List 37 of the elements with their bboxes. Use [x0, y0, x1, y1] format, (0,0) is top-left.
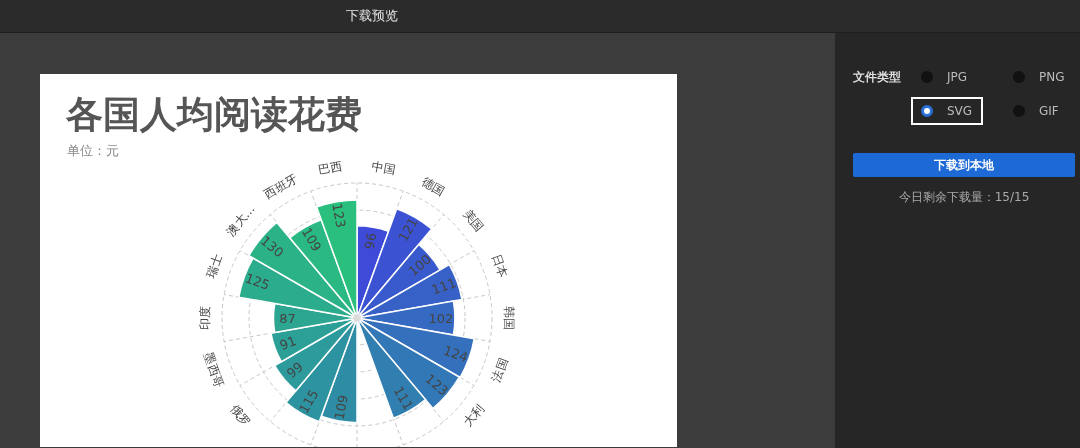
window-title: 下载预览: [346, 7, 398, 25]
download-button[interactable]: 下载到本地: [853, 153, 1075, 177]
value-label: 124: [441, 342, 470, 366]
category-label: 法国: [489, 356, 511, 384]
category-label: 美国: [460, 206, 487, 234]
file-type-label: 文件类型: [853, 68, 902, 86]
value-label: 96: [361, 231, 380, 251]
category-label: 西班牙: [261, 171, 301, 202]
category-label: 印度: [198, 306, 212, 330]
chart-subtitle: 单位：元: [67, 142, 120, 160]
center-dot: [353, 314, 361, 322]
category-label: 日本: [489, 252, 511, 280]
value-label: 123: [329, 201, 349, 230]
category-label: 澳大…: [223, 202, 258, 239]
format-option[interactable]: JPG: [911, 63, 983, 91]
value-label: 121: [395, 215, 421, 245]
value-label: 102: [428, 310, 454, 326]
format-option[interactable]: GIF: [1003, 97, 1075, 125]
value-label: 109: [331, 393, 351, 421]
category-label: 瑞士: [203, 252, 225, 280]
quota-text: 今日剩余下载量：15/15: [897, 189, 1031, 206]
category-label: 俄罗: [227, 402, 254, 430]
value-label: 91: [277, 333, 299, 353]
value-label: 123: [422, 371, 452, 399]
category-label: 中国: [370, 160, 397, 178]
value-label: 125: [243, 270, 272, 294]
category-label: 韩国: [502, 306, 516, 330]
value-label: 99: [283, 359, 307, 382]
chart-title: 各国人均阅读花费: [65, 92, 363, 138]
value-label: 87: [279, 310, 296, 326]
category-label: 墨西哥: [201, 350, 227, 390]
format-option[interactable]: SVG: [911, 97, 983, 125]
category-label: 德国: [419, 174, 447, 199]
value-label: 130: [257, 233, 287, 261]
category-label: 巴西: [317, 160, 344, 178]
category-label: 大利: [460, 402, 487, 430]
format-option[interactable]: PNG: [1003, 63, 1075, 91]
